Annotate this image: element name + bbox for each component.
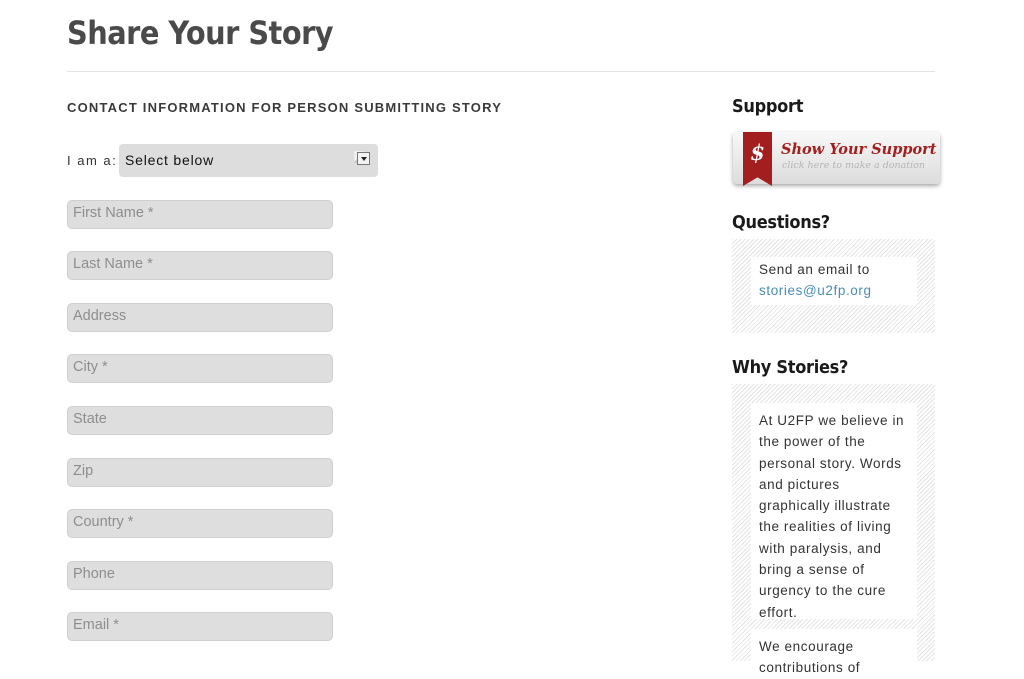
contact-section-heading: CONTACT INFORMATION FOR PERSON SUBMITTIN… — [67, 100, 503, 115]
role-select[interactable]: Select below — [119, 144, 378, 177]
support-button-subtitle: click here to make a donation — [782, 160, 926, 171]
questions-content: Send an email to stories@u2fp.org — [751, 257, 917, 305]
chevron-down-icon[interactable] — [357, 152, 370, 165]
support-button-title: Show Your Support — [781, 141, 937, 158]
first-name-field[interactable]: First Name * — [67, 200, 333, 229]
why-stories-box: At U2FP we believe in the power of the p… — [732, 384, 935, 675]
why-stories-heading: Why Stories? — [732, 357, 849, 378]
last-name-field[interactable]: Last Name * — [67, 251, 333, 280]
phone-field[interactable]: Phone — [67, 561, 333, 590]
state-field[interactable]: State — [67, 406, 333, 435]
email-link[interactable]: stories@u2fp.org — [759, 280, 909, 301]
ribbon-icon: $ — [743, 132, 772, 186]
title-divider — [67, 71, 935, 72]
show-support-button[interactable]: $ Show Your Support click here to make a… — [733, 132, 940, 186]
email-field[interactable]: Email * — [67, 612, 333, 641]
country-field[interactable]: Country * — [67, 509, 333, 538]
why-stories-paragraph-1: At U2FP we believe in the power of the p… — [751, 403, 917, 620]
role-select-value: Select below — [125, 152, 214, 168]
questions-box: Send an email to stories@u2fp.org — [732, 239, 935, 333]
zip-field[interactable]: Zip — [67, 458, 333, 487]
page-title: Share Your Story — [67, 14, 334, 52]
dollar-icon: $ — [750, 140, 765, 165]
city-field[interactable]: City * — [67, 354, 333, 383]
address-field[interactable]: Address — [67, 303, 333, 332]
why-stories-paragraph-2: We encourage contributions of — [751, 629, 917, 675]
questions-heading: Questions? — [732, 212, 830, 233]
questions-text: Send an email to — [759, 262, 870, 277]
support-heading: Support — [732, 96, 804, 117]
role-label: I am a: — [67, 153, 118, 168]
